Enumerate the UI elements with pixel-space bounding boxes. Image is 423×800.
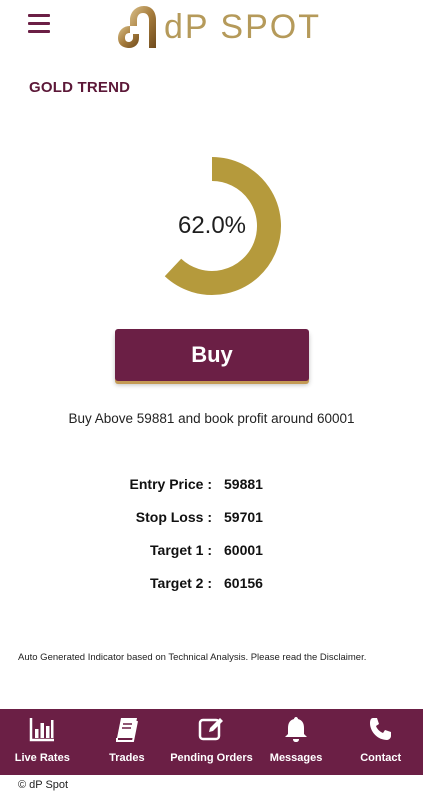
disclaimer-text: Auto Generated Indicator based on Techni…	[18, 652, 367, 663]
brand-logo[interactable]: dP SPOT	[116, 3, 321, 51]
target-2-value: 60156	[224, 575, 263, 591]
bell-icon	[282, 715, 310, 743]
nav-label-trades: Trades	[109, 752, 145, 764]
hamburger-menu-icon[interactable]	[28, 14, 50, 34]
buy-button[interactable]: Buy	[115, 329, 309, 381]
entry-price-label: Entry Price :	[129, 476, 212, 492]
bottom-navigation: Live Rates Trades Pending Orders Message…	[0, 709, 423, 775]
nav-label-contact: Contact	[360, 752, 402, 764]
nav-live-rates[interactable]: Live Rates	[0, 709, 85, 775]
phone-icon	[367, 715, 395, 743]
stop-loss-value: 59701	[224, 509, 263, 525]
book-icon	[113, 715, 141, 743]
nav-messages[interactable]: Messages	[254, 709, 339, 775]
trade-instruction: Buy Above 59881 and book profit around 6…	[68, 411, 355, 426]
app-header: dP SPOT	[0, 0, 423, 56]
nav-label-live-rates: Live Rates	[14, 752, 70, 764]
copyright-footer: © dP Spot	[18, 779, 69, 791]
bar-chart-icon	[28, 715, 56, 743]
hamburger-bar	[28, 30, 50, 33]
hamburger-bar	[28, 22, 50, 25]
level-row-stop-loss: Stop Loss : 59701	[0, 509, 423, 529]
nav-contact[interactable]: Contact	[338, 709, 423, 775]
gauge-value: 62.0%	[177, 212, 247, 239]
dp-spot-logo-icon	[118, 6, 156, 48]
level-row-entry: Entry Price : 59881	[0, 476, 423, 496]
target-2-label: Target 2 :	[150, 575, 212, 591]
level-row-target-2: Target 2 : 60156	[0, 575, 423, 595]
target-1-value: 60001	[224, 542, 263, 558]
stop-loss-label: Stop Loss :	[135, 509, 212, 525]
nav-trades[interactable]: Trades	[85, 709, 170, 775]
trend-gauge: 62.0%	[142, 156, 282, 296]
entry-price-value: 59881	[224, 476, 263, 492]
nav-label-pending-orders: Pending Orders	[170, 752, 253, 764]
brand-name: dP SPOT	[164, 8, 321, 46]
edit-icon	[197, 715, 225, 743]
nav-label-messages: Messages	[269, 752, 323, 764]
hamburger-bar	[28, 14, 50, 17]
nav-pending-orders[interactable]: Pending Orders	[169, 709, 254, 775]
level-row-target-1: Target 1 : 60001	[0, 542, 423, 562]
target-1-label: Target 1 :	[150, 542, 212, 558]
page-title: GOLD TREND	[29, 79, 131, 96]
